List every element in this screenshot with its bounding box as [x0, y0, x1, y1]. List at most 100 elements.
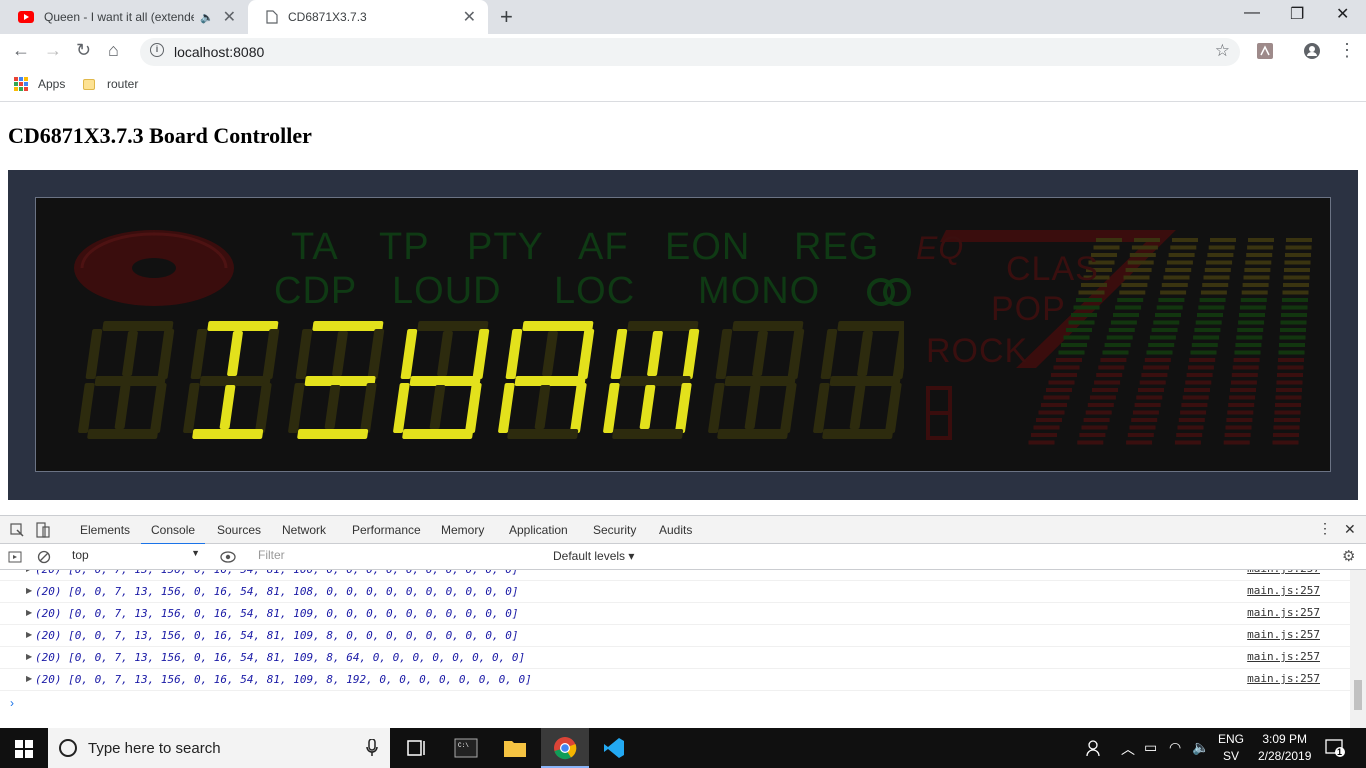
expand-triangle-icon[interactable]: ▶	[26, 570, 32, 573]
levels-dropdown[interactable]: Default levels ▾	[553, 549, 634, 563]
address-bar[interactable]: i localhost:8080 ☆	[140, 38, 1240, 66]
taskbar-chrome-active[interactable]	[541, 728, 589, 768]
info-icon[interactable]: i	[150, 43, 164, 57]
devtools-tab-network[interactable]: Network	[282, 523, 326, 537]
expand-triangle-icon[interactable]: ▶	[26, 652, 32, 661]
reload-icon[interactable]: ↻	[76, 40, 91, 61]
device-toolbar-icon[interactable]	[36, 522, 50, 538]
devtools-tab-elements[interactable]: Elements	[80, 523, 130, 537]
close-tab-icon[interactable]: ✕	[463, 7, 476, 27]
devtools-tab-audits[interactable]: Audits	[659, 523, 692, 537]
eq-bar-segment	[1285, 253, 1311, 257]
people-icon[interactable]	[1085, 739, 1103, 757]
eq-bar-segment	[1245, 260, 1272, 265]
console-source-link[interactable]: main.js:257	[1247, 628, 1320, 641]
console-source-link[interactable]: main.js:257	[1247, 570, 1320, 575]
bookmark-apps[interactable]: Apps	[14, 77, 65, 91]
bookmark-router[interactable]: router	[83, 77, 138, 91]
console-log: ▶ (20) [0, 0, 7, 13, 156, 0, 16, 54, 81, …	[0, 570, 1350, 728]
devtools-tab-application[interactable]: Application	[509, 523, 568, 537]
filter-input[interactable]: Filter	[250, 548, 545, 566]
indicator-tp: TP	[379, 226, 430, 268]
wifi-icon[interactable]: ◠	[1169, 739, 1181, 756]
minimize-icon[interactable]: —	[1244, 4, 1260, 22]
eq-bar-segment	[1277, 373, 1303, 377]
volume-icon[interactable]: 🔈	[1192, 739, 1209, 756]
eq-bar-segment	[1056, 358, 1082, 362]
microphone-icon[interactable]	[366, 739, 378, 757]
back-icon[interactable]: ←	[12, 40, 30, 61]
devtools-menu-icon[interactable]: ⋮	[1318, 520, 1332, 537]
devtools-tab-console[interactable]: Console	[140, 523, 206, 545]
tab-youtube[interactable]: Queen - I want it all (extende 🔈 ✕	[0, 0, 248, 34]
vscode-icon[interactable]	[602, 736, 626, 760]
devtools-tab-security[interactable]: Security	[593, 523, 636, 537]
battery-icon[interactable]: ▭	[1144, 739, 1157, 756]
clear-console-icon[interactable]	[37, 550, 51, 564]
console-log-row[interactable]: ▶(20) [0, 0, 7, 13, 156, 0, 16, 54, 81, …	[0, 669, 1350, 691]
console-log-row[interactable]: ▶(20) [0, 0, 7, 13, 156, 0, 16, 54, 81, …	[0, 570, 1350, 581]
console-scrollbar[interactable]	[1350, 570, 1366, 728]
indicator-af: AF	[578, 226, 629, 268]
menu-icon[interactable]: ⋮	[1338, 40, 1356, 61]
close-window-icon[interactable]: ✕	[1336, 4, 1349, 24]
sidebar-toggle-icon[interactable]	[8, 550, 22, 564]
console-log-row[interactable]: ▶(20) [0, 0, 7, 13, 156, 0, 16, 54, 81, …	[0, 603, 1350, 625]
console-source-link[interactable]: main.js:257	[1247, 650, 1320, 663]
console-source-link[interactable]: main.js:257	[1247, 584, 1320, 597]
profile-icon[interactable]	[1304, 43, 1320, 59]
console-log-row[interactable]: ▶(20) [0, 0, 7, 13, 156, 0, 16, 54, 81, …	[0, 581, 1350, 603]
scrollbar-thumb[interactable]	[1354, 680, 1362, 710]
eq-bar-segment	[1156, 305, 1183, 310]
bookmark-star-icon[interactable]: ☆	[1215, 41, 1230, 61]
devtools-tab-performance[interactable]: Performance	[352, 523, 421, 537]
tab-label: Queen - I want it all (extende	[44, 10, 194, 24]
tab-cd6871[interactable]: CD6871X3.7.3 ✕	[248, 0, 488, 34]
new-tab-button[interactable]: +	[500, 4, 513, 30]
eq-bar-segment	[1200, 290, 1227, 295]
eq-bar-segment	[1244, 268, 1271, 272]
console-log-row[interactable]: ▶(20) [0, 0, 7, 13, 156, 0, 16, 54, 81, …	[0, 647, 1350, 669]
expand-triangle-icon[interactable]: ▶	[26, 608, 32, 617]
taskbar-search[interactable]: Type here to search	[48, 728, 390, 768]
eq-bar-segment	[1161, 283, 1188, 287]
lcd-digit	[708, 321, 805, 439]
file-explorer-icon[interactable]	[503, 736, 527, 760]
expand-triangle-icon[interactable]: ▶	[26, 586, 32, 595]
settings-gear-icon[interactable]: ⚙	[1342, 547, 1355, 565]
pdf-extension-icon[interactable]	[1257, 43, 1273, 59]
eq-bar-segment	[1177, 425, 1204, 430]
eq-bar-segment	[1225, 425, 1252, 430]
inspect-icon[interactable]	[10, 523, 24, 537]
eq-bar-segment	[1283, 283, 1309, 287]
youtube-icon	[18, 11, 34, 23]
console-source-link[interactable]: main.js:257	[1247, 606, 1320, 619]
console-prompt[interactable]: ›	[10, 696, 14, 710]
eq-bar-segment	[1106, 335, 1133, 340]
windows-start-icon[interactable]	[15, 740, 33, 758]
eq-bar-segment	[1066, 328, 1092, 332]
close-tab-icon[interactable]: ✕	[223, 7, 236, 27]
console-source-link[interactable]: main.js:257	[1247, 672, 1320, 685]
eq-bar-segment	[1279, 343, 1305, 347]
show-hidden-icons[interactable]: ︿	[1121, 739, 1135, 759]
eq-bar-segment	[1193, 335, 1220, 340]
expand-triangle-icon[interactable]: ▶	[26, 674, 32, 683]
context-select[interactable]: top ▼	[64, 548, 204, 566]
eq-bar-segment	[1239, 305, 1266, 310]
eye-icon[interactable]	[220, 551, 236, 563]
console-log-row[interactable]: ▶(20) [0, 0, 7, 13, 156, 0, 16, 54, 81, …	[0, 625, 1350, 647]
system-clock[interactable]: 3:09 PM 2/28/2019	[1258, 731, 1311, 765]
restore-icon[interactable]: ❐	[1290, 4, 1304, 24]
devtools-tab-sources[interactable]: Sources	[217, 523, 261, 537]
devtools-close-icon[interactable]: ✕	[1344, 521, 1356, 538]
terminal-icon[interactable]: C:\	[454, 736, 478, 760]
devtools-tab-memory[interactable]: Memory	[441, 523, 484, 537]
eq-bar-segment	[1033, 425, 1060, 430]
home-icon[interactable]: ⌂	[108, 40, 119, 61]
expand-triangle-icon[interactable]: ▶	[26, 630, 32, 639]
task-view-icon[interactable]	[405, 736, 429, 760]
language-indicator[interactable]: ENG SV	[1218, 731, 1244, 765]
speaker-icon[interactable]: 🔈	[200, 11, 214, 24]
forward-icon[interactable]: →	[44, 40, 62, 61]
